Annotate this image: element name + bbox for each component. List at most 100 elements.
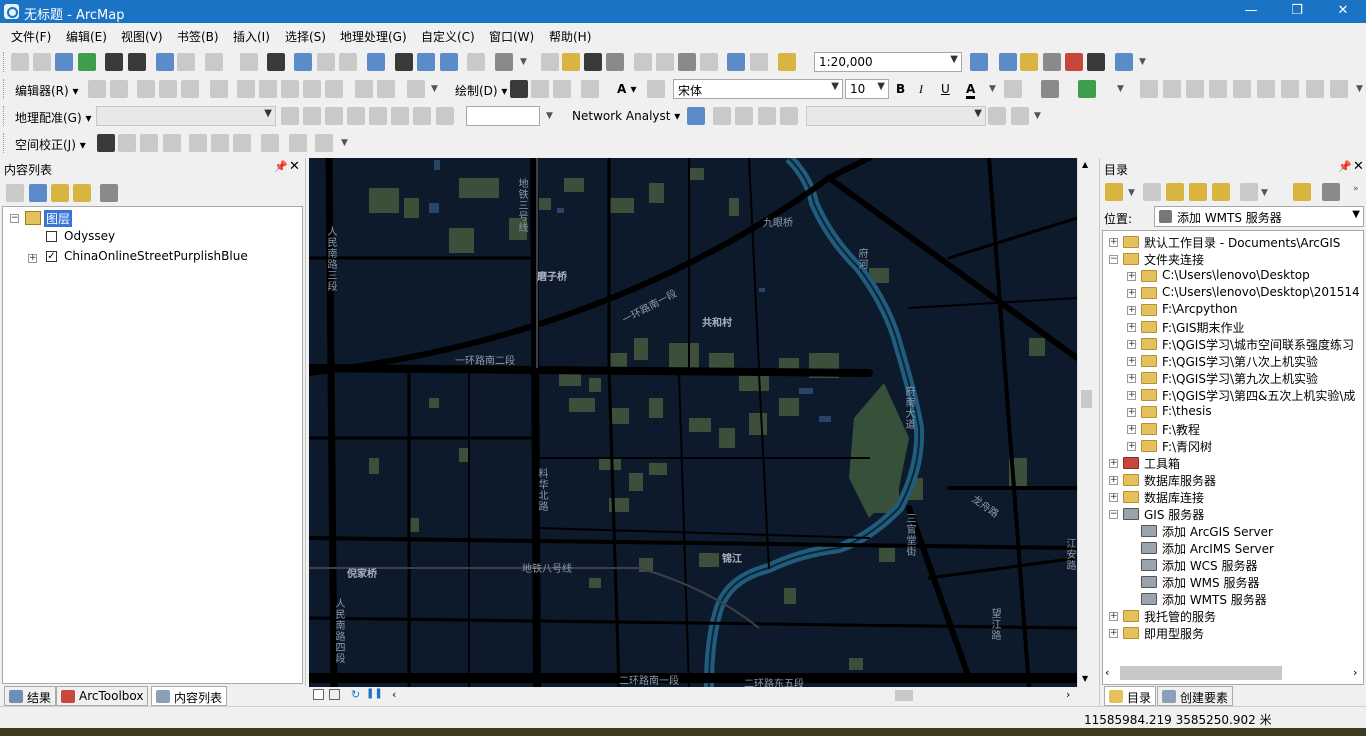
save-icon[interactable] [584,53,602,71]
editor-toolbar-icon[interactable] [970,53,988,71]
measure-icon[interactable] [367,53,385,71]
catalog-item[interactable]: GIS 服务器 [1144,506,1204,523]
close-button[interactable]: ✕ [1320,0,1366,23]
cut-icon[interactable] [634,53,652,71]
expand-icon[interactable]: + [1127,323,1136,332]
identity-link-icon[interactable] [189,134,207,152]
tab-arctoolbox[interactable]: ArcToolbox [56,686,149,706]
menu-selection[interactable]: 选择(S) [285,28,326,45]
identify-icon[interactable] [294,53,312,71]
create-network-location-icon[interactable] [713,107,731,125]
expand-icon[interactable]: + [1127,340,1136,349]
expand-icon[interactable]: + [1127,425,1136,434]
map-scale-combo[interactable]: 1:20,000 ▼ [814,52,962,72]
toc-close-button[interactable]: ✕ [289,159,300,174]
view-link-table-adjust-icon[interactable] [261,134,279,152]
minimize-button[interactable]: — [1228,0,1274,23]
pin-icon[interactable]: 📌 [274,160,288,173]
fixed-zoom-out-icon[interactable] [128,53,146,71]
expand-icon[interactable]: + [28,254,37,263]
layer-checkbox-china-online[interactable]: ✓ [46,251,57,262]
new-displacement-link-icon[interactable] [118,134,136,152]
rotate-right-icon[interactable] [1186,80,1204,98]
catalog-item[interactable]: 数据库服务器 [1144,472,1216,489]
network-layer-combo[interactable]: ▼ [806,106,986,126]
reshape-icon[interactable] [259,80,277,98]
tab-create-features[interactable]: 创建要素 [1157,686,1234,706]
model-builder-icon[interactable] [1115,53,1133,71]
edge-match-icon[interactable] [289,134,307,152]
point-icon[interactable] [210,80,228,98]
new-folder-icon[interactable] [1293,183,1311,201]
italic-button[interactable]: I [919,82,923,97]
scroll-left-icon[interactable]: ‹ [392,688,396,701]
find-icon[interactable] [395,53,413,71]
menu-file[interactable]: 文件(F) [11,28,51,45]
build-network-icon[interactable] [988,107,1006,125]
maximize-button[interactable]: ❐ [1274,0,1320,23]
hyperlink-icon[interactable] [317,53,335,71]
menu-windows[interactable]: 窗口(W) [489,28,534,45]
menu-geoprocessing[interactable]: 地理处理(G) [340,28,407,45]
view-link-table-icon[interactable] [413,107,431,125]
zoom-out-icon[interactable] [33,53,51,71]
redo-icon[interactable] [750,53,768,71]
layer-china-online-street[interactable]: ChinaOnlineStreetPurplishBlue [64,249,248,263]
clear-selection-icon[interactable] [240,53,258,71]
catalog-item[interactable]: F:\教程 [1162,421,1200,438]
catalog-item[interactable]: 添加 WCS 服务器 [1162,557,1258,574]
adjust-select-icon[interactable] [97,134,115,152]
fill-color-icon[interactable] [1004,80,1022,98]
scroll-right-icon[interactable]: › [1066,688,1070,701]
layer-odyssey[interactable]: Odyssey [64,229,115,243]
add-data-icon[interactable] [778,53,796,71]
catalog-item[interactable]: C:\Users\lenovo\Desktop\201514 [1162,285,1360,299]
views-icon[interactable] [1240,183,1258,201]
map-view[interactable]: 地铁三号线 九眼桥 磨子桥 一环路南一段 共和村 一环路南二段 府河 府南大道 … [309,158,1077,687]
menu-edit[interactable]: 编辑(E) [66,28,107,45]
zoom-in-icon[interactable] [11,53,29,71]
catalog-item[interactable]: 默认工作目录 - Documents\ArcGIS [1144,234,1340,251]
catalog-item[interactable]: 数据库连接 [1144,489,1204,506]
expand-icon[interactable]: + [1109,238,1118,247]
bring-front-icon[interactable] [1306,80,1324,98]
catalog-item[interactable]: F:\QGIS学习\第四&五次上机实验\成 [1162,387,1355,404]
endpoint-arc-icon[interactable] [159,80,177,98]
font-size-combo[interactable]: 10 ▼ [845,79,889,99]
text-tool-icon[interactable]: A ▾ [617,82,637,96]
scroll-thumb[interactable] [1081,390,1092,408]
collapse-icon[interactable]: − [10,214,19,223]
expand-icon[interactable]: + [1109,612,1118,621]
arctoolbox-icon[interactable] [1065,53,1083,71]
order-icon[interactable] [1257,80,1275,98]
list-by-selection-icon[interactable] [73,184,91,202]
trace-icon[interactable] [181,80,199,98]
home-folder-icon[interactable] [1189,183,1207,201]
distribute-icon[interactable] [1163,80,1181,98]
scale-georef-icon[interactable] [325,107,343,125]
attributes-icon[interactable] [355,80,373,98]
back-extent-icon[interactable] [156,53,174,71]
expand-icon[interactable]: + [1127,306,1136,315]
catalog-item[interactable]: F:\QGIS学习\第八次上机实验 [1162,353,1318,370]
split-icon[interactable] [303,80,321,98]
modify-link-icon[interactable] [140,134,158,152]
back-icon[interactable] [1105,183,1123,201]
refresh-icon[interactable]: ↻ [351,688,360,701]
forward-icon[interactable] [1143,183,1161,201]
expand-icon[interactable]: + [1127,391,1136,400]
send-back-icon[interactable] [1330,80,1348,98]
data-frame-layers[interactable]: 图层 [44,210,73,227]
expand-icon[interactable]: + [1109,459,1118,468]
solve-icon[interactable] [758,107,776,125]
catalog-item[interactable]: 工具箱 [1144,455,1180,472]
catalog-item[interactable]: F:\青冈树 [1162,438,1212,455]
editor-menu[interactable]: 编辑器(R) ▾ [15,82,79,99]
rotate-georef-icon[interactable] [281,107,299,125]
layer-checkbox-odyssey[interactable] [46,231,57,242]
copy-icon[interactable] [656,53,674,71]
catalog-item[interactable]: F:\QGIS学习\城市空间联系强度练习 [1162,336,1354,353]
tab-results[interactable]: 结果 [4,686,57,706]
horizontal-scroll-thumb[interactable] [895,690,913,701]
expand-icon[interactable]: + [1127,442,1136,451]
